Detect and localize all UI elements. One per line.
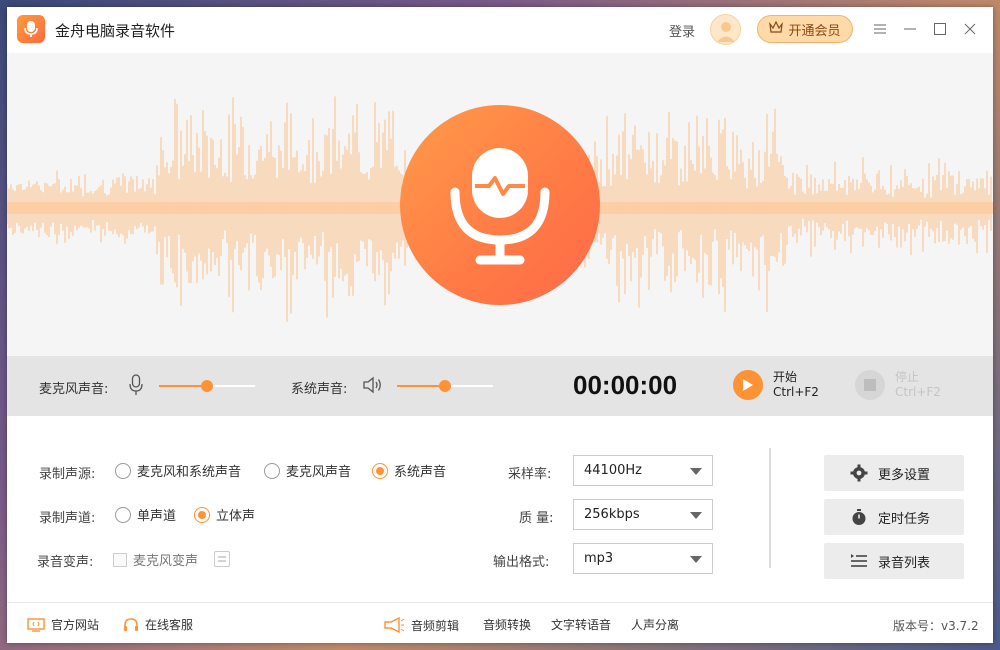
source-option-label: 麦克风声音: [286, 465, 352, 480]
waveform-area: [7, 53, 993, 356]
chevron-down-icon: [690, 512, 702, 519]
mic-volume-label: 麦克风声音:: [39, 382, 109, 397]
avatar[interactable]: [710, 14, 741, 45]
format-value: mp3: [584, 551, 614, 566]
stop-button[interactable]: [855, 370, 885, 400]
gear-icon: [850, 464, 868, 482]
radio-dot-selected: [194, 506, 210, 523]
format-label: 输出格式:: [493, 555, 550, 570]
app-logo-icon: [17, 15, 45, 43]
scheduled-task-button[interactable]: 定时任务: [824, 499, 964, 535]
online-service-label: 在线客服: [145, 618, 194, 632]
voice-change-label: 录音变声:: [37, 555, 94, 570]
mic-volume-slider[interactable]: [159, 380, 255, 392]
stop-icon: [864, 379, 876, 391]
audio-edit-link[interactable]: 音频剪辑: [383, 616, 459, 634]
sample-rate-select[interactable]: 44100Hz: [573, 455, 713, 486]
voice-settings-icon[interactable]: [214, 551, 230, 567]
crown-icon: [769, 20, 784, 37]
chevron-down-icon: [690, 468, 702, 475]
minimize-icon[interactable]: [898, 18, 922, 40]
more-settings-label: 更多设置: [878, 467, 931, 483]
start-button-text[interactable]: 开始 Ctrl+F2: [773, 370, 819, 400]
source-option-system[interactable]: 系统声音: [372, 461, 446, 480]
format-select[interactable]: mp3: [573, 543, 713, 574]
megaphone-icon: [384, 616, 405, 634]
radio-dot: [264, 462, 280, 479]
official-site-label: 官方网站: [51, 618, 100, 632]
recording-list-button[interactable]: 录音列表: [824, 543, 964, 579]
text-to-speech-label: 文字转语音: [551, 618, 612, 632]
channel-option-mono[interactable]: 单声道: [115, 505, 176, 524]
app-title: 金舟电脑录音软件: [55, 22, 176, 40]
audio-convert-link[interactable]: 音频转换: [483, 616, 531, 633]
radio-dot-selected: [372, 462, 388, 479]
audio-edit-label: 音频剪辑: [411, 618, 460, 633]
sample-rate-value: 44100Hz: [584, 463, 642, 478]
system-volume-label: 系统声音:: [291, 382, 348, 397]
source-option-label: 麦克风和系统声音: [137, 465, 242, 480]
start-shortcut: Ctrl+F2: [773, 385, 819, 399]
source-option-mic[interactable]: 麦克风声音: [264, 461, 351, 480]
microphone-icon: [450, 148, 550, 265]
speaker-icon: [362, 376, 384, 398]
vip-button-label: 开通会员: [788, 23, 841, 39]
control-bar: 麦克风声音: 系统声音: 00:00:00 开始 Ctrl+F2 停止 Ctrl…: [7, 356, 993, 416]
channel-option-label: 立体声: [216, 509, 256, 524]
scheduled-task-label: 定时任务: [878, 511, 931, 527]
chevron-down-icon: [690, 556, 702, 563]
more-settings-button[interactable]: 更多设置: [824, 455, 964, 491]
official-site-link[interactable]: 官方网站: [27, 616, 99, 633]
stopwatch-icon: [852, 509, 866, 525]
channel-option-stereo[interactable]: 立体声: [194, 505, 255, 524]
headset-icon: [124, 617, 138, 631]
footer: 官方网站 在线客服 音频剪辑 音频转换 文字转语音 人声分离 版本号：v3.7.…: [7, 602, 993, 643]
record-mic-button[interactable]: [400, 105, 600, 305]
list-icon: [851, 554, 867, 567]
close-icon[interactable]: [958, 18, 982, 40]
recording-timer: 00:00:00: [573, 370, 678, 400]
radio-dot: [115, 462, 131, 479]
stop-label: 停止: [895, 370, 920, 384]
sample-rate-label: 采样率:: [508, 467, 552, 482]
radio-dot: [115, 506, 131, 523]
text-to-speech-link[interactable]: 文字转语音: [551, 616, 611, 633]
recording-list-label: 录音列表: [878, 555, 931, 571]
start-button[interactable]: [733, 370, 763, 400]
title-bar: 金舟电脑录音软件 登录 开通会员: [7, 7, 993, 53]
vocal-separation-label: 人声分离: [631, 618, 680, 632]
audio-convert-label: 音频转换: [483, 618, 532, 632]
stop-shortcut: Ctrl+F2: [895, 385, 941, 399]
online-service-link[interactable]: 在线客服: [123, 616, 193, 633]
mic-voice-change-label: 麦克风变声: [133, 554, 199, 569]
version-label: 版本号：v3.7.2: [893, 619, 979, 633]
maximize-icon[interactable]: [928, 18, 952, 40]
quality-label: 质 量:: [519, 511, 554, 526]
channel-option-label: 单声道: [137, 509, 177, 524]
system-volume-slider[interactable]: [397, 380, 493, 392]
login-link[interactable]: 登录: [669, 21, 695, 40]
quality-select[interactable]: 256kbps: [573, 499, 713, 530]
vip-button[interactable]: 开通会员: [757, 15, 853, 43]
stop-button-text[interactable]: 停止 Ctrl+F2: [895, 370, 941, 400]
play-icon: [743, 379, 753, 391]
source-option-mic-and-system[interactable]: 麦克风和系统声音: [115, 461, 241, 480]
start-label: 开始: [773, 370, 798, 384]
menu-icon[interactable]: [868, 18, 892, 40]
source-option-label: 系统声音: [394, 465, 447, 480]
channel-label: 录制声道:: [39, 511, 96, 526]
app-window: 金舟电脑录音软件 登录 开通会员 麦克风声音: 系统声音: 00:00:00 开…: [7, 7, 993, 643]
mic-voice-change-checkbox[interactable]: 麦克风变声: [113, 550, 198, 569]
divider: [769, 448, 771, 568]
monitor-icon: [27, 617, 45, 632]
microphone-small-icon: [129, 374, 143, 400]
source-label: 录制声源:: [39, 467, 96, 482]
vocal-separation-link[interactable]: 人声分离: [631, 616, 679, 633]
quality-value: 256kbps: [584, 507, 640, 522]
settings-panel: 录制声源: 麦克风和系统声音 麦克风声音 系统声音 录制声道: 单声道 立体声 …: [7, 416, 993, 602]
checkbox-box: [113, 552, 127, 567]
